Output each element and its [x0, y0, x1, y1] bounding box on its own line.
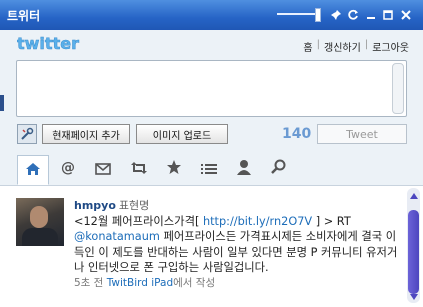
pin-icon[interactable]	[329, 8, 343, 22]
tab-bar: @	[0, 152, 423, 186]
window-edge	[0, 95, 4, 111]
message-icon	[95, 160, 111, 179]
slider-track	[277, 13, 319, 15]
tweet-source-suffix: 에서 작성	[173, 276, 216, 289]
tweet-username[interactable]: hmpyo	[74, 199, 116, 212]
tweet-link[interactable]: http://bit.ly/rn2O7V	[203, 215, 312, 228]
tab-favorites[interactable]	[158, 155, 190, 183]
svg-text:@: @	[61, 160, 75, 175]
home-icon	[25, 161, 41, 180]
header: twitter 홈 | 갱신하기 | 로그아웃	[0, 30, 423, 58]
minimize-icon[interactable]	[364, 8, 378, 22]
upload-image-button[interactable]: 이미지 업로드	[136, 124, 228, 144]
tweet-time[interactable]: 5초 전	[74, 277, 103, 289]
tweet-button[interactable]: Tweet	[317, 124, 407, 144]
nav-logout-link[interactable]: 로그아웃	[372, 39, 409, 54]
window-title: 트위터	[7, 9, 41, 23]
nav-home-link[interactable]: 홈	[303, 39, 312, 54]
char-count: 140	[282, 126, 312, 142]
top-nav: 홈 | 갱신하기 | 로그아웃	[303, 39, 409, 54]
tweet-item: hmpyo 표현명 <12월 페어프라이스가격[ http://bit.ly/rn…	[74, 198, 404, 291]
tweet-meta: 5초 전 TwitBird iPad에서 작성	[74, 276, 404, 292]
tweet-source[interactable]: TwitBird iPad	[107, 277, 173, 289]
avatar[interactable]	[16, 198, 64, 246]
list-icon	[201, 160, 217, 179]
textarea-scrollbar[interactable]	[392, 63, 404, 114]
nav-refresh-link[interactable]: 갱신하기	[324, 39, 361, 54]
tab-search[interactable]	[263, 155, 295, 183]
title-bar[interactable]: 트위터	[0, 0, 423, 30]
scroll-up-icon[interactable]	[410, 193, 418, 199]
opacity-slider[interactable]	[277, 7, 321, 22]
nav-separator: |	[316, 39, 320, 50]
close-icon[interactable]	[399, 8, 413, 22]
nav-separator: |	[364, 39, 369, 50]
tweet-realname: 표현명	[118, 199, 150, 212]
user-icon	[236, 159, 252, 179]
retweet-icon	[131, 160, 147, 179]
tweet-text-part: <12월 페어프라이스가격[	[74, 214, 203, 228]
tweet-mention[interactable]: @konatamaum	[74, 230, 160, 243]
search-icon	[271, 159, 287, 179]
timeline-scrollbar[interactable]	[407, 188, 420, 303]
tab-mentions[interactable]: @	[52, 155, 84, 183]
mention-icon: @	[60, 159, 76, 179]
slider-knob[interactable]	[315, 8, 321, 22]
avatar-suit	[22, 228, 58, 246]
tab-retweets[interactable]	[123, 155, 155, 183]
timeline[interactable]: hmpyo 표현명 <12월 페어프라이스가격[ http://bit.ly/rn…	[0, 186, 423, 307]
tweet-text: <12월 페어프라이스가격[ http://bit.ly/rn2O7V ] > …	[74, 214, 404, 276]
star-icon	[166, 159, 182, 179]
tab-messages[interactable]	[87, 155, 119, 183]
tweet-input[interactable]	[16, 60, 407, 117]
tab-lists[interactable]	[193, 155, 225, 183]
add-current-page-button[interactable]: 현재페이지 추가	[42, 124, 130, 144]
twitter-logo: twitter	[17, 34, 93, 57]
svg-text:twitter: twitter	[17, 35, 79, 53]
maximize-icon[interactable]	[381, 8, 395, 22]
composer-toolbar: 현재페이지 추가 이미지 업로드 140 Tweet	[0, 121, 423, 147]
tab-home[interactable]	[17, 155, 49, 185]
tweet-text-part: ] > RT	[312, 214, 351, 228]
scroll-down-icon[interactable]	[410, 294, 418, 300]
twitter-widget-window: 트위터 twitter 홈 | 갱신하기 | 로그아웃 현재페이지 추가 이미지…	[0, 0, 423, 307]
shorten-url-icon[interactable]	[17, 124, 37, 144]
scroll-thumb[interactable]	[408, 210, 419, 294]
avatar-face	[30, 206, 48, 228]
refresh-icon[interactable]	[346, 8, 360, 22]
tab-profile[interactable]	[228, 155, 260, 183]
